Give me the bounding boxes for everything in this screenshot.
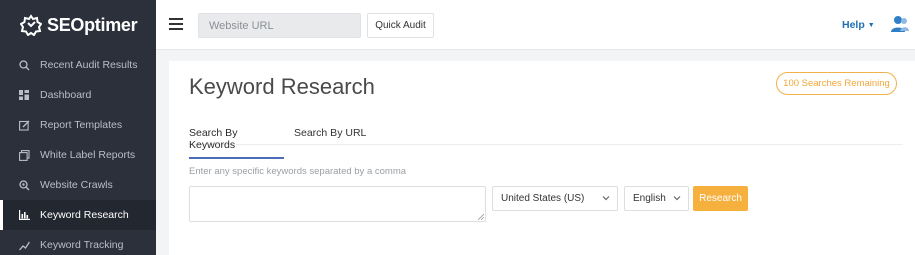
language-select[interactable]: English xyxy=(624,186,689,211)
sidebar-item-label: Website Crawls xyxy=(40,179,113,191)
search-icon xyxy=(18,59,30,71)
keywords-textarea[interactable] xyxy=(189,186,486,222)
website-url-input[interactable] xyxy=(198,13,361,38)
sidebar-item-label: Keyword Tracking xyxy=(40,239,124,251)
edit-icon xyxy=(18,119,30,131)
sidebar-item-recent-audit-results[interactable]: Recent Audit Results xyxy=(0,50,156,80)
country-selected-value: United States (US) xyxy=(501,193,585,204)
sidebar-item-website-crawls[interactable]: Website Crawls xyxy=(0,170,156,200)
language-selected-value: English xyxy=(633,193,666,204)
tab-search-by-url[interactable]: Search By URL xyxy=(294,127,366,145)
bar-chart-icon xyxy=(18,209,30,221)
sidebar-item-keyword-research[interactable]: Keyword Research xyxy=(0,200,156,230)
tab-search-by-keywords[interactable]: Search By Keywords xyxy=(189,127,284,159)
user-group-icon[interactable] xyxy=(890,14,910,34)
searches-remaining-badge[interactable]: 100 Searches Remaining xyxy=(776,72,897,95)
crawl-search-icon xyxy=(18,179,30,191)
sidebar-item-label: Keyword Research xyxy=(40,209,129,221)
tracking-icon xyxy=(18,239,30,251)
sidebar-item-label: White Label Reports xyxy=(40,149,136,161)
brand-name: SEOptimer xyxy=(47,14,138,35)
top-bar: Quick Audit Help ▼ xyxy=(156,0,915,50)
sidebar-item-label: Dashboard xyxy=(40,89,92,101)
help-label: Help xyxy=(842,19,865,31)
sidebar-item-report-templates[interactable]: Report Templates xyxy=(0,110,156,140)
page-title: Keyword Research xyxy=(189,74,375,99)
resize-grip-icon[interactable] xyxy=(478,214,484,220)
sidebar: SEOptimer Recent Audit Results Dashboard… xyxy=(0,0,156,255)
caret-down-icon: ▼ xyxy=(867,21,875,29)
dashboard-icon xyxy=(18,89,30,101)
gear-logo-icon xyxy=(20,14,42,36)
brand-logo[interactable]: SEOptimer xyxy=(0,0,156,50)
help-menu[interactable]: Help ▼ xyxy=(842,19,875,31)
sidebar-item-dashboard[interactable]: Dashboard xyxy=(0,80,156,110)
country-select[interactable]: United States (US) xyxy=(492,186,618,211)
sidebar-nav: Recent Audit Results Dashboard Report Te… xyxy=(0,50,156,255)
chevron-down-icon xyxy=(602,196,610,201)
chevron-down-icon xyxy=(673,196,681,201)
sidebar-item-label: Recent Audit Results xyxy=(40,59,138,71)
sidebar-item-keyword-tracking[interactable]: Keyword Tracking xyxy=(0,230,156,255)
search-tabs: Search By Keywords Search By URL xyxy=(189,123,903,159)
keywords-hint: Enter any specific keywords separated by… xyxy=(189,166,407,177)
keyword-research-card: Keyword Research 100 Searches Remaining … xyxy=(169,61,915,255)
sidebar-item-label: Report Templates xyxy=(40,119,123,131)
sidebar-item-white-label-reports[interactable]: White Label Reports xyxy=(0,140,156,170)
hamburger-menu-icon[interactable] xyxy=(169,18,183,30)
quick-audit-button[interactable]: Quick Audit xyxy=(367,13,434,38)
copy-icon xyxy=(18,149,30,161)
research-button[interactable]: Research xyxy=(693,186,748,211)
